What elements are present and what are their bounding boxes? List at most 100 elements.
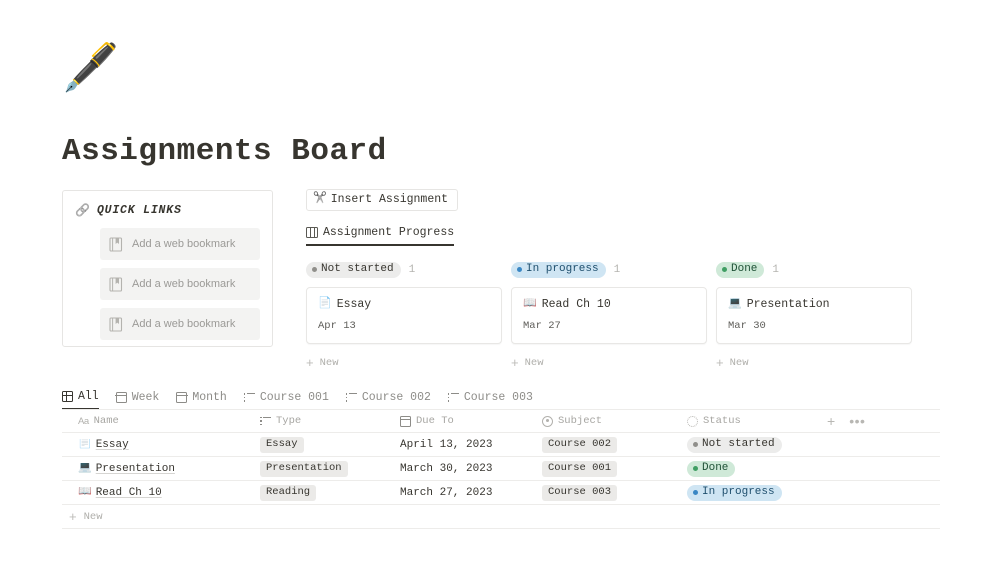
table-row[interactable]: 💻 Presentation Presentation March 30, 20… (62, 457, 940, 481)
new-label: New (524, 356, 544, 369)
view-tab-course-002[interactable]: Course 002 (345, 387, 431, 410)
insert-assignment-button[interactable]: ✂️ Insert Assignment (306, 188, 459, 211)
table-view-tabs: All Week Month Course 001 Course 002 Cou (61, 386, 940, 410)
column-header-due-to[interactable]: Due To (400, 415, 542, 427)
add-column-button[interactable]: + (827, 414, 835, 428)
quick-link-label: Add a web bookmark (132, 318, 236, 330)
type-tag: Reading (260, 484, 317, 501)
calendar-icon (115, 392, 128, 403)
new-label: New (729, 356, 749, 369)
column-header-type[interactable]: Type (260, 415, 400, 427)
list-icon (243, 393, 255, 402)
cell-subject[interactable]: Course 002 (542, 436, 687, 453)
status-badge[interactable]: Done (716, 261, 765, 278)
quick-links-header: 🔗 QUICK LINKS (75, 202, 260, 219)
status-badge: Not started (687, 436, 782, 453)
view-tab-month[interactable]: Month (176, 387, 227, 410)
column-header-label: Subject (558, 415, 603, 427)
notion-page: 🖋️ Assignments Board 🔗 QUICK LINKS Add a… (0, 0, 1005, 573)
cell-due-to[interactable]: March 30, 2023 (400, 463, 542, 475)
column-count: 1 (613, 263, 621, 276)
view-tab-label: Course 003 (463, 391, 533, 404)
status-label: Done (702, 462, 729, 474)
row-name-link[interactable]: Essay (96, 439, 129, 451)
quick-links-title: QUICK LINKS (96, 204, 182, 217)
plus-icon: + (69, 509, 77, 524)
cell-subject[interactable]: Course 001 (542, 460, 687, 477)
table-row[interactable]: 📖 Read Ch 10 Reading March 27, 2023 Cour… (62, 481, 940, 505)
link-icon: 🔗 (75, 203, 90, 218)
view-tab-week[interactable]: Week (115, 387, 159, 410)
column-header-label: Status (703, 415, 741, 427)
status-dot (517, 267, 522, 272)
bookmark-icon (109, 236, 123, 252)
tab-assignment-progress[interactable]: Assignment Progress (306, 222, 455, 246)
cell-due-to[interactable]: March 27, 2023 (400, 487, 542, 499)
column-header-status[interactable]: Status (687, 415, 827, 427)
cell-type[interactable]: Reading (260, 484, 400, 501)
board-card[interactable]: 💻 Presentation Mar 30 (716, 286, 912, 344)
board-tabs-divider (306, 245, 940, 247)
cell-status[interactable]: Done (687, 460, 827, 477)
status-badge[interactable]: Not started (306, 261, 401, 278)
cell-name[interactable]: 📖 Read Ch 10 (62, 487, 260, 499)
cell-status[interactable]: Not started (687, 436, 827, 453)
column-header-name[interactable]: Aa Name (62, 415, 260, 427)
table-more-options-button[interactable]: ••• (849, 414, 865, 428)
page-icon-fountain-pen-emoji[interactable]: 🖋️ (62, 48, 119, 94)
view-tab-course-001[interactable]: Course 001 (243, 387, 329, 410)
list-icon (260, 416, 271, 426)
row-name-link[interactable]: Read Ch 10 (96, 487, 162, 499)
board-card[interactable]: 📖 Read Ch 10 Mar 27 (511, 286, 707, 344)
column-new-button[interactable]: + New (716, 355, 912, 371)
type-tag: Presentation (260, 460, 348, 477)
view-tab-course-003[interactable]: Course 003 (447, 387, 533, 410)
view-tab-label: All (78, 390, 99, 403)
quick-link-bookmark-1[interactable]: Add a web bookmark (100, 228, 260, 260)
cell-name[interactable]: 💻 Presentation (62, 463, 260, 475)
board-view-icon (306, 226, 318, 238)
cell-type[interactable]: Presentation (260, 460, 400, 477)
column-new-button[interactable]: + New (511, 355, 707, 371)
cell-type[interactable]: Essay (260, 436, 400, 453)
card-title-row: 💻 Presentation (728, 298, 900, 311)
view-tabs-divider (62, 409, 940, 410)
assignment-board: ✂️ Insert Assignment Assignment Progress… (306, 188, 940, 371)
cell-subject[interactable]: Course 003 (542, 484, 687, 501)
cell-due-to[interactable]: April 13, 2023 (400, 439, 542, 451)
status-label: Done (731, 263, 758, 275)
column-header-subject[interactable]: Subject (542, 415, 687, 427)
assignments-table-section: All Week Month Course 001 Course 002 Cou (61, 386, 940, 529)
status-badge[interactable]: In progress (511, 261, 606, 278)
grid-icon (61, 390, 74, 403)
laptop-emoji-icon: 💻 (728, 297, 742, 310)
new-label: New (319, 356, 339, 369)
calendar-icon (176, 392, 188, 403)
plus-icon: + (306, 355, 314, 370)
quick-link-label: Add a web bookmark (132, 278, 236, 290)
card-title-row: 📖 Read Ch 10 (523, 298, 695, 311)
status-dot (312, 267, 317, 272)
quick-link-label: Add a web bookmark (132, 238, 236, 250)
board-column-in-progress: In progress 1 📖 Read Ch 10 Mar 27 + New (511, 261, 707, 371)
subject-tag: Course 001 (542, 460, 618, 477)
table-row[interactable]: 📄 Essay Essay April 13, 2023 Course 002 … (62, 433, 940, 457)
status-spinner-icon (687, 415, 698, 427)
card-date: Mar 30 (728, 319, 766, 332)
column-new-button[interactable]: + New (306, 355, 502, 371)
row-name-link[interactable]: Presentation (96, 463, 175, 475)
board-tabs: Assignment Progress (306, 222, 940, 247)
quick-link-bookmark-2[interactable]: Add a web bookmark (100, 268, 260, 300)
cell-name[interactable]: 📄 Essay (62, 439, 260, 451)
column-count: 1 (772, 263, 780, 276)
board-card[interactable]: 📄 Essay Apr 13 (306, 286, 502, 344)
table-header-actions: + ••• (827, 414, 940, 428)
view-tab-all[interactable]: All (61, 387, 99, 410)
table-new-row-button[interactable]: + New (62, 505, 940, 529)
type-tag: Essay (260, 436, 304, 453)
new-label: New (83, 510, 103, 523)
column-header-label: Type (276, 415, 302, 427)
cell-status[interactable]: In progress (687, 484, 827, 501)
quick-link-bookmark-3[interactable]: Add a web bookmark (100, 308, 260, 340)
plus-icon: + (511, 355, 519, 370)
